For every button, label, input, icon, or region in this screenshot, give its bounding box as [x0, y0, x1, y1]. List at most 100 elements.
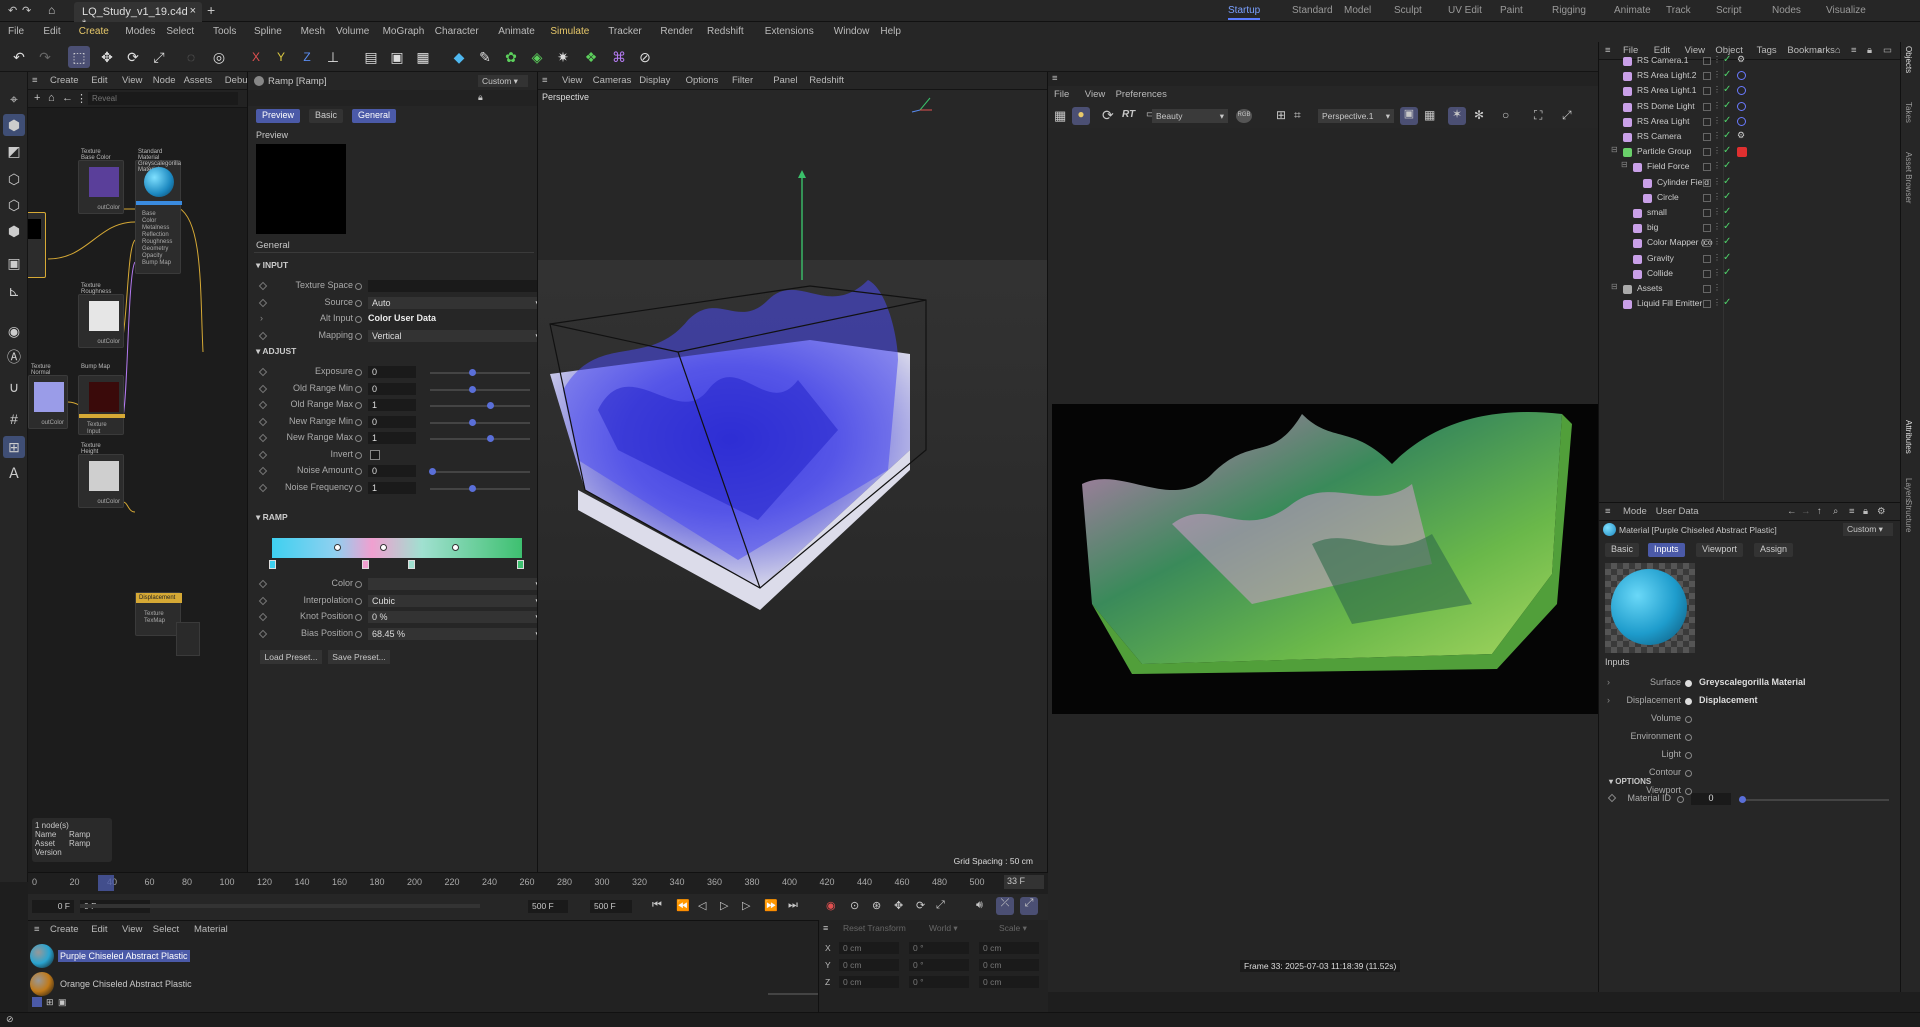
render-view-icon[interactable]: ▣: [386, 46, 408, 68]
enabled-check-icon[interactable]: ✓: [1723, 176, 1731, 187]
guide-icon[interactable]: Ａ: [3, 462, 25, 484]
menu-redshift[interactable]: Redshift: [809, 75, 844, 86]
adjust-section-header[interactable]: ▾ ADJUST: [256, 346, 296, 357]
object-name[interactable]: small: [1647, 207, 1667, 217]
side-tab-attributes[interactable]: Attributes: [1904, 420, 1913, 454]
search-icon[interactable]: ⌕: [1833, 506, 1838, 517]
render-dots-icon[interactable]: ⋮: [1713, 146, 1721, 155]
menu-mode[interactable]: Mode: [1623, 506, 1647, 517]
prop-value-field[interactable]: 1: [368, 481, 416, 494]
cube-icon[interactable]: ◆: [448, 46, 470, 68]
axis-x-lock[interactable]: X: [245, 46, 267, 68]
menu-panel[interactable]: Panel: [773, 75, 797, 86]
tree-toggle-icon[interactable]: ⊟: [1611, 282, 1618, 291]
tweak-icon[interactable]: ◉: [3, 320, 25, 342]
visibility-toggle[interactable]: [1703, 285, 1711, 293]
previous-key-icon[interactable]: ⏪: [676, 899, 690, 912]
keyframe-icon[interactable]: [258, 483, 268, 492]
home-icon[interactable]: ⌂: [48, 3, 55, 17]
menu-mograph[interactable]: MoGraph: [383, 26, 425, 37]
snowflake-icon[interactable]: ✻: [1474, 108, 1484, 122]
scale-field[interactable]: 0 cm: [979, 976, 1039, 988]
animate-dot[interactable]: [355, 369, 362, 376]
layout-tab-visualize[interactable]: Visualize: [1826, 5, 1866, 16]
refresh-icon[interactable]: ⟳: [1102, 107, 1114, 124]
timeline-ruler[interactable]: 0204060801001201401601802002202402602803…: [28, 872, 1048, 894]
settings-icon[interactable]: ⚙︎: [1877, 506, 1886, 517]
rotation-field[interactable]: 0 °: [909, 959, 969, 971]
render-camera-select[interactable]: Perspective.1 ▾: [1318, 109, 1394, 123]
reset-transform-button[interactable]: Reset Transform: [843, 923, 906, 933]
render-dots-icon[interactable]: ⋮: [1713, 222, 1721, 231]
render-dots-icon[interactable]: ⋮: [1713, 55, 1721, 64]
ramp-gradient[interactable]: [272, 538, 522, 558]
points-mode-icon[interactable]: ⬡: [3, 168, 25, 190]
menu-redshift[interactable]: Redshift: [707, 26, 744, 37]
field-icon[interactable]: ⌘: [608, 46, 630, 68]
menu-create[interactable]: Create: [79, 26, 109, 37]
animate-dot[interactable]: [355, 316, 362, 323]
object-mode-icon[interactable]: ⬢: [3, 114, 25, 136]
go-to-start-icon[interactable]: ⏮: [652, 899, 662, 912]
object-name[interactable]: RS Area Light: [1637, 116, 1689, 126]
render-dots-icon[interactable]: ⋮: [1713, 253, 1721, 262]
animate-dot[interactable]: [355, 385, 362, 393]
rotation-key-icon[interactable]: ⟳: [916, 899, 925, 912]
cloner-icon[interactable]: ◈: [526, 46, 548, 68]
expand-icon[interactable]: ⤢: [1562, 108, 1572, 123]
tree-toggle-icon[interactable]: ⊟: [1611, 145, 1618, 154]
ramp-knot[interactable]: [517, 560, 524, 569]
texture-node-base-color[interactable]: Texture Base Color outColor: [78, 149, 124, 214]
render-region-icon[interactable]: ▤: [360, 46, 382, 68]
render-dots-icon[interactable]: ⋮: [1713, 207, 1721, 216]
input-port-dot[interactable]: [1685, 680, 1692, 687]
tab-viewport[interactable]: Viewport: [1696, 543, 1743, 557]
alt-input-value[interactable]: Color User Data: [368, 313, 436, 323]
rotation-field[interactable]: 0 °: [909, 976, 969, 988]
visibility-toggle[interactable]: [1703, 300, 1711, 309]
input-port-dot[interactable]: [1685, 770, 1692, 777]
standard-material-node[interactable]: Standard MaterialGreyscalegorilla Materi…: [135, 149, 182, 274]
keyframe-icon[interactable]: [258, 579, 268, 589]
layout-tab-startup[interactable]: Startup: [1228, 5, 1261, 20]
large-icon-view-icon[interactable]: ▣: [58, 997, 67, 1008]
go-to-end-icon[interactable]: ⏭: [788, 899, 798, 912]
input-port-dot[interactable]: [1685, 698, 1692, 705]
plus-icon[interactable]: +: [207, 2, 215, 18]
object-name[interactable]: RS Area Light.1: [1637, 85, 1697, 95]
object-name[interactable]: Gravity: [1647, 253, 1674, 263]
menu-edit[interactable]: Edit: [91, 924, 107, 935]
invert-checkbox[interactable]: [370, 449, 380, 460]
menu-view[interactable]: View: [122, 924, 142, 935]
expand-arrow-icon[interactable]: ›: [1607, 677, 1610, 687]
node-input-port[interactable]: Bump Map: [142, 260, 172, 267]
visibility-toggle[interactable]: [1703, 133, 1711, 141]
animate-dot[interactable]: [355, 283, 362, 290]
snapping-icon[interactable]: ∪: [3, 376, 25, 398]
input-port-dot[interactable]: [1685, 716, 1692, 723]
object-row[interactable]: Cylinder Field ⋮ ✓: [1599, 176, 1900, 191]
prop-value-field[interactable]: 0: [368, 382, 416, 395]
node-input-port[interactable]: Color: [142, 218, 172, 225]
visibility-toggle[interactable]: [1703, 239, 1711, 248]
back-arrow-icon[interactable]: ←: [1787, 506, 1797, 517]
redo-history-icon[interactable]: ↷: [22, 4, 31, 17]
keyframe-icon[interactable]: [258, 417, 268, 426]
ramp-knot[interactable]: [408, 560, 415, 569]
rotation-field[interactable]: 0 °: [909, 942, 969, 954]
input-port-dot[interactable]: [1685, 734, 1692, 741]
menu-animate[interactable]: Animate: [498, 26, 535, 37]
prop-select[interactable]: 0 %▾: [368, 611, 537, 623]
scale-tool-icon[interactable]: ⤢: [148, 46, 170, 68]
node-input-port[interactable]: Texture: [87, 422, 107, 429]
snap-tool-icon[interactable]: ◎: [208, 46, 230, 68]
visibility-toggle[interactable]: [1703, 57, 1711, 65]
side-tab-asset-browser[interactable]: Asset Browser: [1904, 152, 1913, 204]
lock-icon[interactable]: 🔒︎: [478, 92, 483, 103]
menu-material[interactable]: Material: [194, 924, 228, 935]
input-connected-value[interactable]: Displacement: [1699, 695, 1758, 705]
visibility-toggle[interactable]: [1703, 102, 1711, 111]
light-icon[interactable]: ⊘: [634, 46, 656, 68]
fcurve-icon[interactable]: ⤢: [1020, 897, 1038, 915]
material-id-slider[interactable]: [1739, 796, 1889, 803]
